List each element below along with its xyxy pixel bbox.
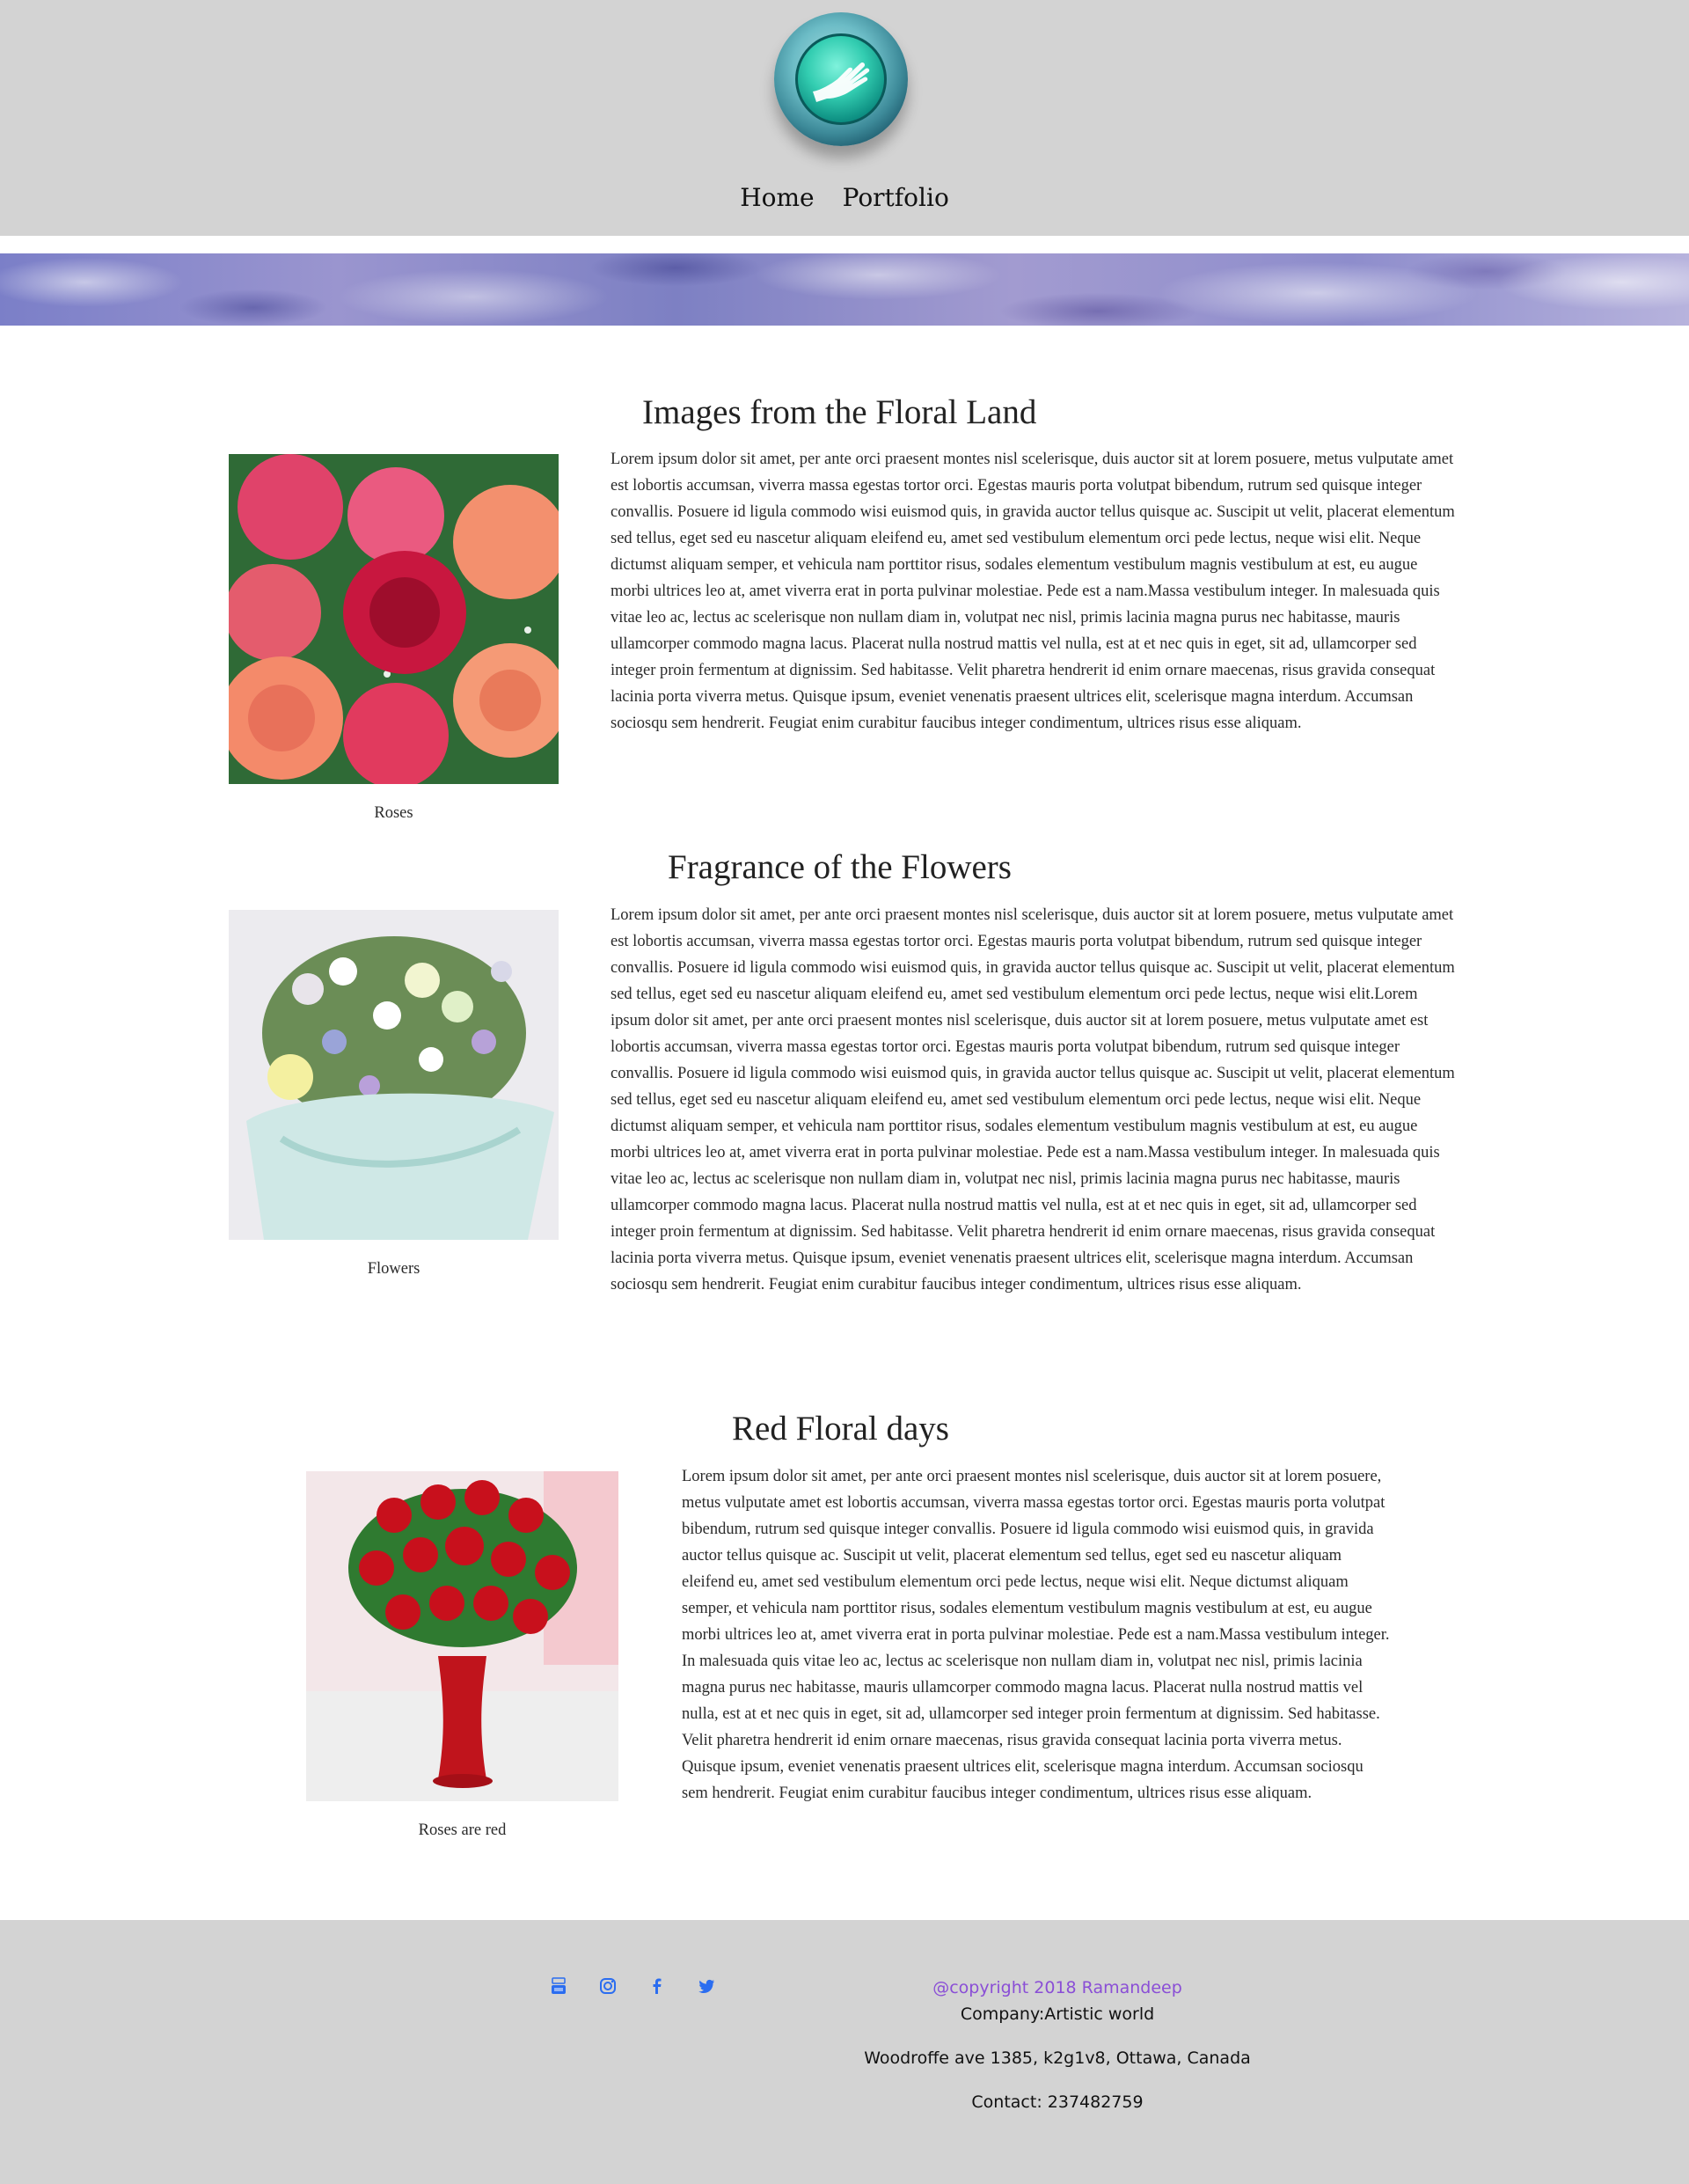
company-text: Company:Artistic world bbox=[960, 2004, 1155, 2024]
section-title-red-floral: Red Floral days bbox=[732, 1410, 949, 1447]
caption-roses-are-red: Roses are red bbox=[418, 1821, 507, 1839]
pink-roses-image bbox=[229, 454, 559, 784]
copyright-text: @copyright 2018 Ramandeep bbox=[932, 1978, 1182, 1997]
youtube-icon[interactable] bbox=[549, 1976, 568, 1996]
flower-bouquet-image bbox=[229, 910, 559, 1240]
section-text-fragrance: Lorem ipsum dolor sit amet, per ante orc… bbox=[611, 906, 1455, 1294]
nav-home[interactable]: Home bbox=[740, 183, 814, 212]
caption-roses: Roses bbox=[374, 804, 413, 822]
section-title-floral-land: Images from the Floral Land bbox=[642, 393, 1037, 431]
contact-text: Contact: 237482759 bbox=[971, 2092, 1144, 2112]
section-text-red-floral: Lorem ipsum dolor sit amet, per ante orc… bbox=[682, 1468, 1390, 1802]
twitter-icon[interactable] bbox=[697, 1976, 716, 1996]
caption-flowers: Flowers bbox=[367, 1260, 420, 1278]
social-links bbox=[549, 1976, 716, 1996]
red-roses-vase-image bbox=[306, 1471, 618, 1801]
nav-portfolio[interactable]: Portfolio bbox=[843, 183, 949, 212]
main-nav: Home Portfolio bbox=[0, 183, 1689, 212]
hero-banner bbox=[0, 253, 1689, 326]
section-text-floral-land: Lorem ipsum dolor sit amet, per ante orc… bbox=[611, 451, 1455, 732]
footer-info: @copyright 2018 Ramandeep Company:Artist… bbox=[792, 1975, 1323, 2115]
site-logo[interactable] bbox=[774, 12, 908, 146]
section-title-fragrance: Fragrance of the Flowers bbox=[668, 848, 1012, 886]
facebook-icon[interactable] bbox=[647, 1976, 667, 1996]
hand-logo-icon bbox=[813, 62, 870, 102]
address-text: Woodroffe ave 1385, k2g1v8, Ottawa, Cana… bbox=[864, 2048, 1251, 2068]
instagram-icon[interactable] bbox=[598, 1976, 618, 1996]
site-header: Home Portfolio bbox=[0, 0, 1689, 236]
